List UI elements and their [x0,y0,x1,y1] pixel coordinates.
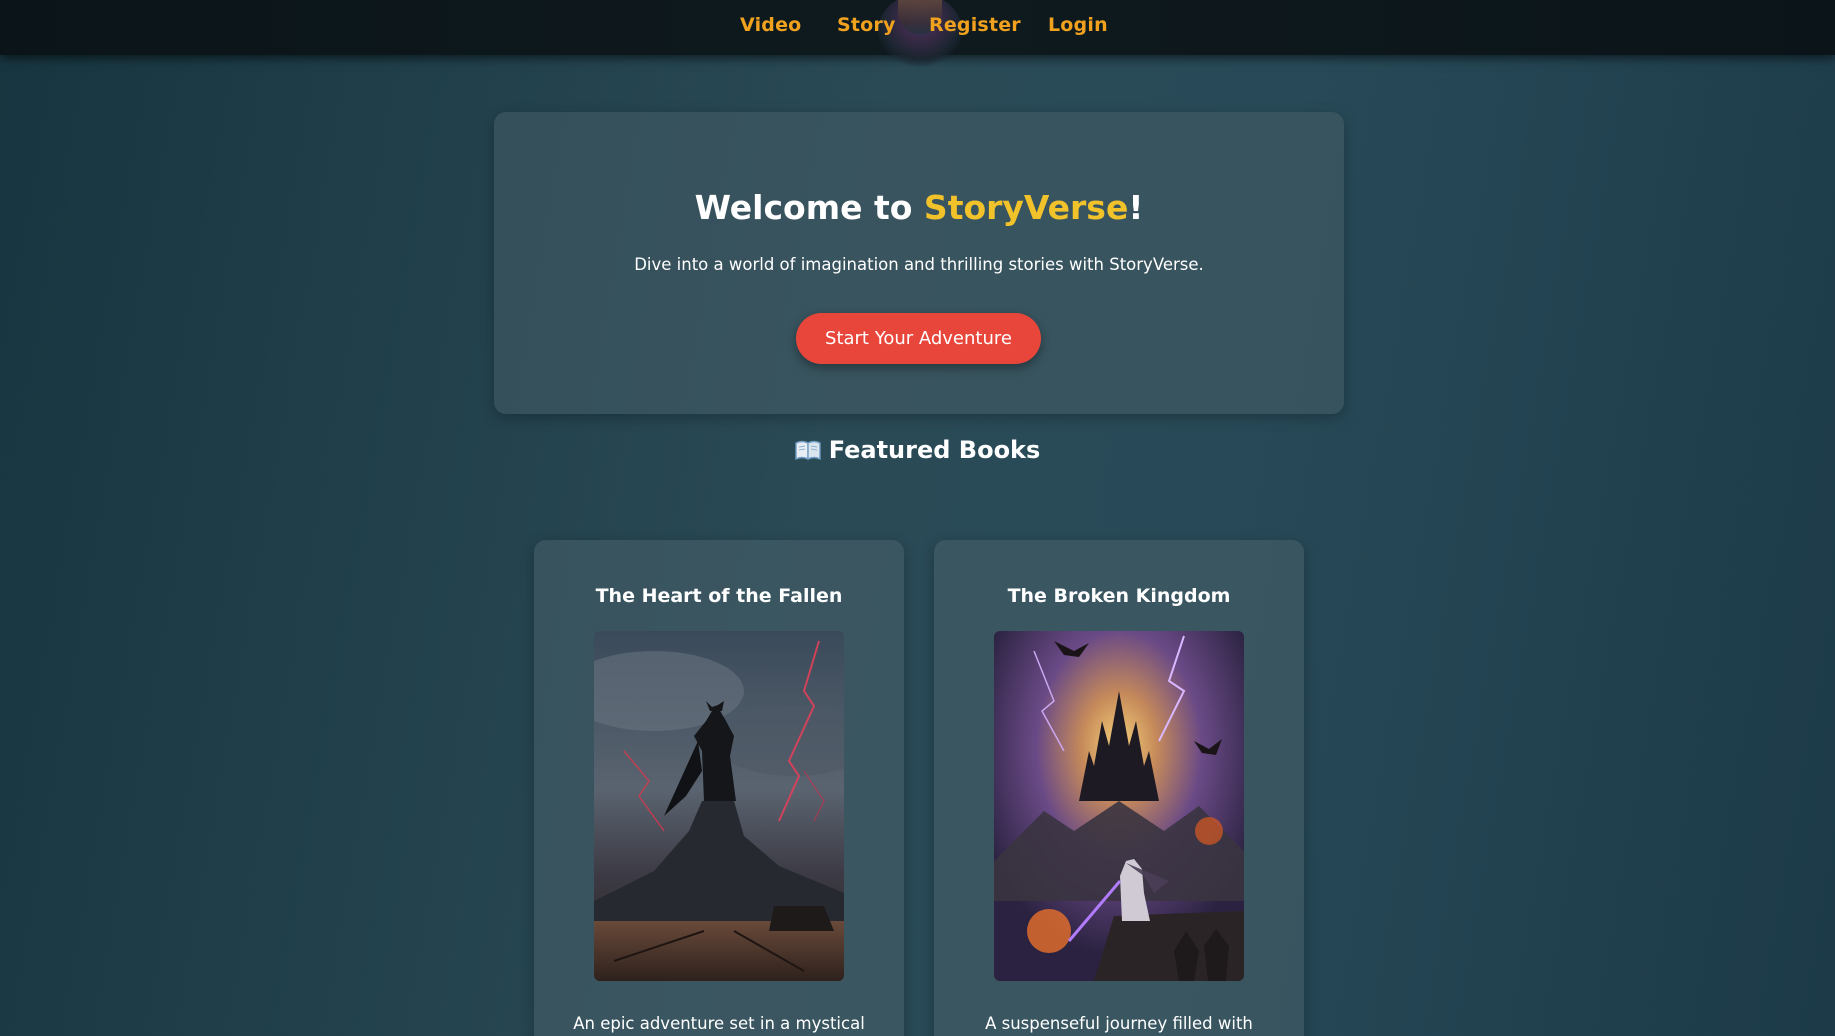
nav-link-register[interactable]: Register [929,14,1021,36]
hero-title-prefix: Welcome to [694,188,924,227]
hero-subtitle: Dive into a world of imagination and thr… [634,255,1204,274]
brand-name: StoryVerse [923,188,1129,227]
featured-books-heading: Featured Books [0,436,1835,464]
hero-title-suffix: ! [1128,188,1144,227]
book-title[interactable]: The Heart of the Fallen [534,585,904,607]
book-cover-image[interactable] [594,631,844,981]
top-navbar: Video Story Register Login [0,0,1835,68]
nav-link-video[interactable]: Video [740,14,801,36]
book-cover-image[interactable] [994,631,1244,981]
book-description: An epic adventure set in a mystical [573,1014,865,1033]
open-book-icon [794,438,821,461]
featured-books-label: Featured Books [828,436,1041,464]
book-card[interactable]: The Heart of the Fallen An epic adventur… [534,540,904,1036]
book-description: A suspenseful journey filled with [985,1014,1253,1033]
nav-link-login[interactable]: Login [1048,14,1108,36]
book-card[interactable]: The Broken Kingdom A suspenseful journey… [934,540,1304,1036]
nav-link-story[interactable]: Story [837,14,896,36]
hero-title: Welcome to StoryVerse! [494,188,1344,227]
nav-links: Video Story Register Login [0,0,1835,55]
book-title[interactable]: The Broken Kingdom [934,585,1304,607]
start-adventure-button[interactable]: Start Your Adventure [796,313,1041,364]
hero-section: Welcome to StoryVerse! Dive into a world… [494,112,1344,414]
